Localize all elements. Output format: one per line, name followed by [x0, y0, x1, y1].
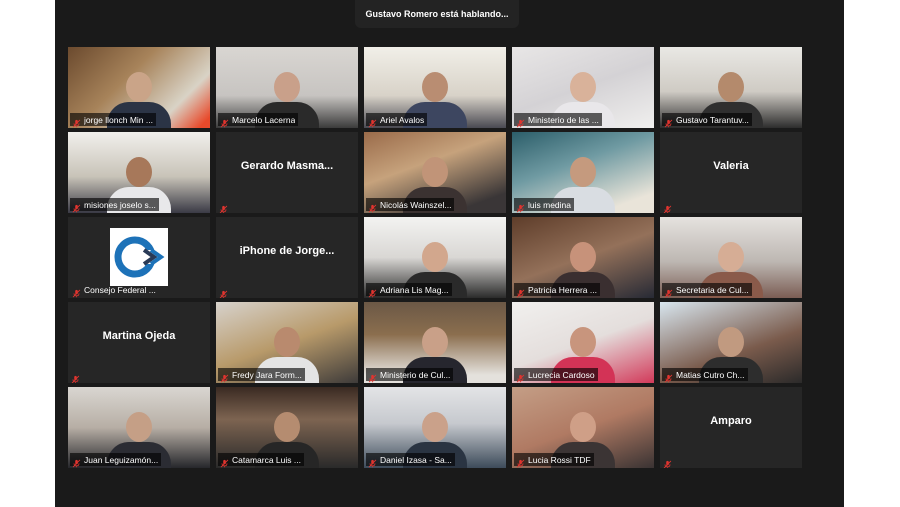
participant-name-bar: Ministerio de Cul... — [366, 368, 454, 383]
participant-tile[interactable]: Patricia Herrera ... — [512, 217, 654, 298]
participant-name-bar: luis medina — [514, 198, 574, 213]
participant-name: Adriana Lis Mag... — [380, 284, 449, 295]
muted-microphone-icon — [368, 200, 377, 213]
participant-tile[interactable]: Secretaria de Cul... — [660, 217, 802, 298]
muted-microphone-icon — [219, 201, 228, 213]
participant-name-bar: jorge llonch Min ... — [70, 113, 156, 128]
participant-tile[interactable]: Matias Cutro Ch... — [660, 302, 802, 383]
participant-tile[interactable]: Gerardo Masma... — [216, 132, 358, 213]
participant-name-bar: misiones joselo s... — [70, 198, 159, 213]
participant-tile[interactable]: Lucia Rossi TDF — [512, 387, 654, 468]
participant-name-bar: Daniel Izasa - Sa... — [366, 453, 455, 468]
muted-microphone-icon — [664, 285, 673, 298]
participant-name: Matias Cutro Ch... — [676, 369, 745, 380]
muted-microphone-icon — [72, 115, 81, 128]
participant-tile[interactable]: jorge llonch Min ... — [68, 47, 210, 128]
participant-tile[interactable]: Ariel Avalos — [364, 47, 506, 128]
muted-microphone-icon — [663, 456, 672, 468]
muted-microphone-icon — [516, 370, 525, 383]
consejo-federal-logo-icon — [110, 228, 168, 286]
participant-tile[interactable]: Amparo — [660, 387, 802, 468]
participant-tile[interactable]: iPhone de Jorge... — [216, 217, 358, 298]
muted-microphone-icon — [220, 115, 229, 128]
participant-tile[interactable]: Fredy Jara Form... — [216, 302, 358, 383]
muted-microphone-icon — [516, 200, 525, 213]
participant-tile[interactable]: Consejo Federal ... — [68, 217, 210, 298]
participant-tile[interactable]: Valeria — [660, 132, 802, 213]
participant-tile[interactable]: Lucrecia Cardoso — [512, 302, 654, 383]
participant-tile[interactable]: luis medina — [512, 132, 654, 213]
muted-microphone-icon — [516, 285, 525, 298]
participant-name-bar: Lucrecia Cardoso — [514, 368, 598, 383]
muted-microphone-icon — [516, 115, 525, 128]
participant-name-bar: Matias Cutro Ch... — [662, 368, 748, 383]
muted-microphone-icon — [516, 455, 525, 468]
participant-name-bar: Consejo Federal ... — [70, 283, 159, 298]
participant-name-bar: Nicolás Wainszel... — [366, 198, 455, 213]
muted-microphone-icon — [663, 201, 672, 213]
participant-grid: jorge llonch Min ... Marcelo Lacerna Ariel… — [68, 47, 802, 468]
participant-name: iPhone de Jorge... — [239, 244, 335, 257]
muted-microphone-icon — [71, 371, 80, 383]
participant-name: Ministerio de las ... — [528, 114, 599, 125]
participant-name: Gerardo Masma... — [240, 159, 334, 172]
muted-microphone-icon — [72, 200, 81, 213]
muted-microphone-icon — [368, 455, 377, 468]
participant-name: luis medina — [528, 199, 571, 210]
participant-name: Patricia Herrera ... — [528, 284, 597, 295]
participant-name: Juan Leguizamón... — [84, 454, 159, 465]
muted-microphone-icon — [219, 286, 228, 298]
muted-microphone-icon — [368, 370, 377, 383]
participant-name-bar: Marcelo Lacerna — [218, 113, 299, 128]
participant-tile[interactable]: Daniel Izasa - Sa... — [364, 387, 506, 468]
participant-name: Lucrecia Cardoso — [528, 369, 595, 380]
participant-name: Nicolás Wainszel... — [380, 199, 452, 210]
active-speaker-banner: Gustavo Romero está hablando... — [355, 0, 519, 28]
participant-name: Lucia Rossi TDF — [528, 454, 591, 465]
participant-name-bar: Patricia Herrera ... — [514, 283, 600, 298]
participant-tile[interactable]: Gustavo Tarantuv... — [660, 47, 802, 128]
muted-microphone-icon — [220, 370, 229, 383]
participant-name-bar: Gustavo Tarantuv... — [662, 113, 752, 128]
participant-name: Secretaria de Cul... — [676, 284, 749, 295]
participant-name: Ministerio de Cul... — [380, 369, 451, 380]
participant-tile[interactable]: Marcelo Lacerna — [216, 47, 358, 128]
participant-name-bar: Adriana Lis Mag... — [366, 283, 452, 298]
participant-tile[interactable]: Adriana Lis Mag... — [364, 217, 506, 298]
participant-name-bar: Juan Leguizamón... — [70, 453, 162, 468]
participant-name: Ariel Avalos — [380, 114, 425, 125]
participant-name: Amparo — [710, 414, 752, 427]
video-meeting-window: Gustavo Romero está hablando... jorge ll… — [55, 0, 844, 507]
muted-microphone-icon — [220, 455, 229, 468]
participant-name-bar: Ariel Avalos — [366, 113, 428, 128]
participant-name-bar: Catamarca Luis ... — [218, 453, 304, 468]
participant-name: misiones joselo s... — [84, 199, 156, 210]
participant-tile[interactable]: Ministerio de Cul... — [364, 302, 506, 383]
participant-name-bar: Secretaria de Cul... — [662, 283, 752, 298]
participant-name: Gustavo Tarantuv... — [676, 114, 749, 125]
participant-tile[interactable]: Martina Ojeda — [68, 302, 210, 383]
muted-microphone-icon — [664, 370, 673, 383]
participant-name-bar: Fredy Jara Form... — [218, 368, 305, 383]
participant-name: Consejo Federal ... — [84, 284, 156, 295]
participant-tile[interactable]: Catamarca Luis ... — [216, 387, 358, 468]
muted-microphone-icon — [72, 285, 81, 298]
participant-name-bar: Ministerio de las ... — [514, 113, 602, 128]
participant-name: Marcelo Lacerna — [232, 114, 296, 125]
muted-microphone-icon — [72, 455, 81, 468]
participant-tile[interactable]: misiones joselo s... — [68, 132, 210, 213]
participant-tile[interactable]: Nicolás Wainszel... — [364, 132, 506, 213]
participant-name-bar: Lucia Rossi TDF — [514, 453, 594, 468]
muted-microphone-icon — [664, 115, 673, 128]
participant-name: Martina Ojeda — [102, 329, 176, 342]
participant-name: Catamarca Luis ... — [232, 454, 301, 465]
participant-tile[interactable]: Ministerio de las ... — [512, 47, 654, 128]
participant-tile[interactable]: Juan Leguizamón... — [68, 387, 210, 468]
muted-microphone-icon — [368, 115, 377, 128]
muted-microphone-icon — [368, 285, 377, 298]
participant-name: Valeria — [713, 159, 749, 172]
participant-name: jorge llonch Min ... — [84, 114, 153, 125]
participant-name: Fredy Jara Form... — [232, 369, 302, 380]
participant-name: Daniel Izasa - Sa... — [380, 454, 452, 465]
